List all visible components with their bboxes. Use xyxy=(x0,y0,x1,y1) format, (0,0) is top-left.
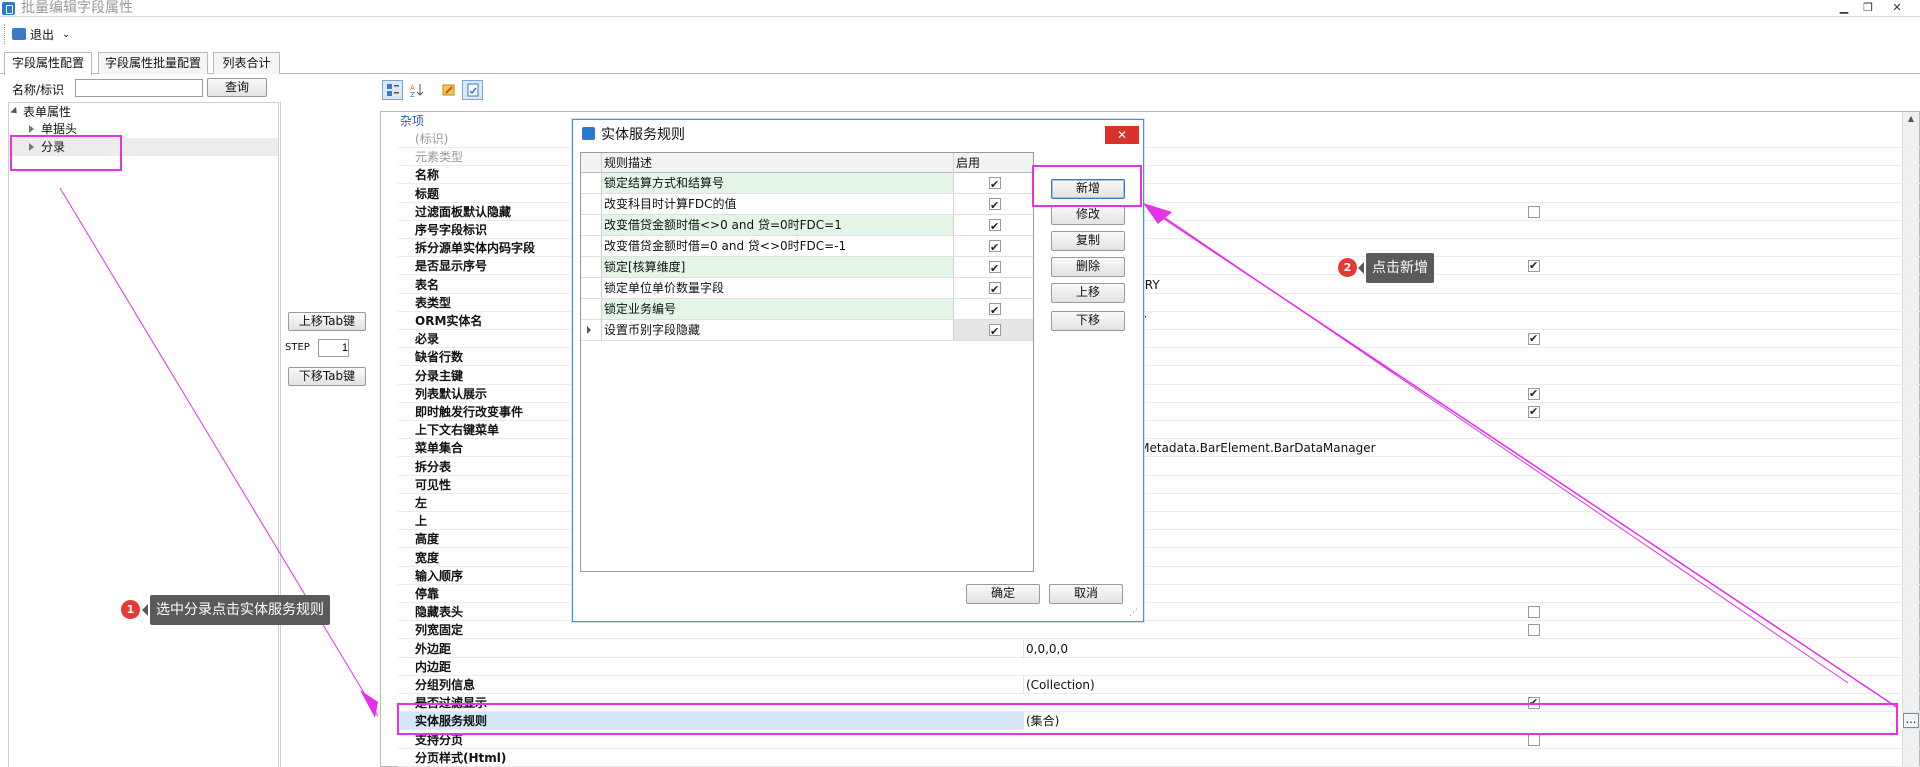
arrow-line-2b xyxy=(1147,207,1899,709)
arrow-line-1 xyxy=(59,187,379,717)
annotation-arrows xyxy=(59,187,1899,718)
annotation-badge-2: 2 xyxy=(1338,258,1357,277)
annotation-badge-1: 1 xyxy=(121,600,140,619)
annotation-callout-1: 选中分录点击实体服务规则 xyxy=(142,595,330,625)
annotation-callout-2: 点击新增 xyxy=(1358,253,1434,283)
arrow-head-1 xyxy=(360,690,378,718)
